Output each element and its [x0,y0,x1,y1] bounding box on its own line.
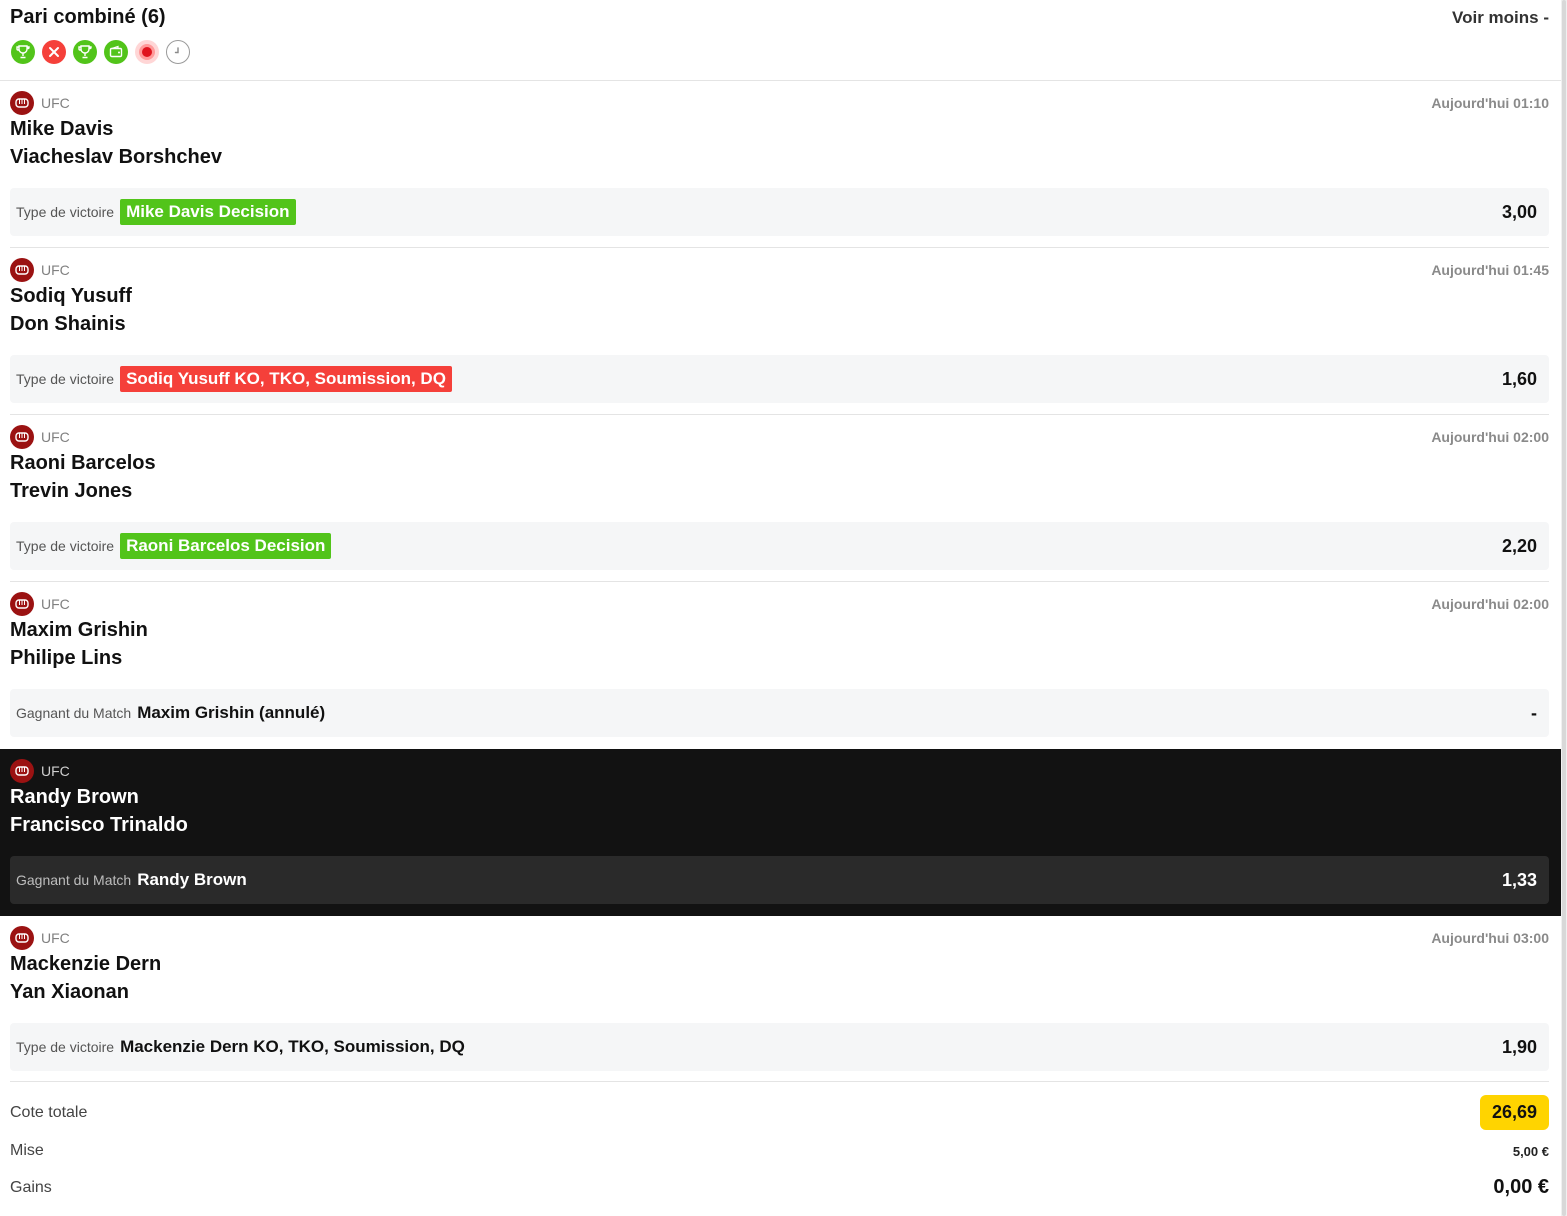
event-teams[interactable]: Randy Brown Francisco Trinaldo [10,783,188,839]
ufc-glove-icon [10,425,34,449]
odds-value: 3,00 [1501,201,1537,222]
pick-label: Mackenzie Dern KO, TKO, Soumission, DQ [120,1037,465,1056]
stake-label: Mise [10,1142,44,1159]
team-home: Mackenzie Dern [10,953,162,975]
event-teams[interactable]: Maxim Grishin Philipe Lins [10,616,148,672]
bet-selection: UFC Aujourd'hui 01:45 Sodiq Yusuff Don S… [0,248,1561,415]
league-name: UFC [41,429,70,445]
ufc-glove-icon [10,759,34,783]
team-home: Raoni Barcelos [10,452,156,474]
ufc-glove-icon [10,592,34,616]
league-label: UFC [10,91,70,115]
total-odds-badge: 26,69 [1479,1095,1549,1130]
team-away: Francisco Trinaldo [10,814,188,836]
scrollbar-thumb[interactable] [1562,0,1566,1216]
scrollbar-track[interactable] [1561,0,1567,1216]
pick-label: Sodiq Yusuff KO, TKO, Soumission, DQ [120,366,452,392]
league-name: UFC [41,763,70,779]
refunded-wallet-icon [104,40,128,64]
market-name: Gagnant du Match [16,872,132,888]
odds-value: 1,90 [1501,1036,1537,1057]
odds-value: - [1531,702,1537,723]
bet-selection: UFC Aujourd'hui 02:00 Raoni Barcelos Tre… [0,415,1561,582]
market-name: Gagnant du Match [16,705,132,721]
gains-row: Gains 0,00 € [10,1176,1549,1199]
league-name: UFC [41,262,70,278]
gains-value: 0,00 € [1493,1176,1549,1198]
lost-cross-icon [42,40,66,64]
odds-value: 2,20 [1501,535,1537,556]
ufc-glove-icon [10,91,34,115]
selection-row: Type de victoire Mike Davis Decision 3,0… [10,188,1549,236]
live-dot-icon [135,40,159,64]
selection-status-icons [11,40,190,64]
selection-row: Gagnant du Match Randy Brown 1,33 [10,856,1549,904]
league-label: UFC [10,926,70,950]
event-teams[interactable]: Mike Davis Viacheslav Borshchev [10,115,222,171]
event-teams[interactable]: Raoni Barcelos Trevin Jones [10,449,156,505]
team-away: Trevin Jones [10,480,133,502]
league-label: UFC [10,592,70,616]
team-away: Don Shainis [10,313,126,335]
team-away: Viacheslav Borshchev [10,146,222,168]
ufc-glove-icon [10,926,34,950]
team-home: Maxim Grishin [10,619,148,641]
league-name: UFC [41,596,70,612]
league-label: UFC [10,425,70,449]
event-teams[interactable]: Mackenzie Dern Yan Xiaonan [10,950,161,1006]
pick-label: Raoni Barcelos Decision [120,533,332,559]
event-time: Aujourd'hui 02:00 [1431,596,1549,612]
ufc-glove-icon [10,258,34,282]
total-odds-label: Cote totale [10,1103,88,1121]
bet-title: Pari combiné (6) [10,6,166,28]
event-time: Aujourd'hui 02:00 [1431,429,1549,445]
team-home: Randy Brown [10,786,139,808]
team-home: Sodiq Yusuff [10,285,132,307]
event-time: Aujourd'hui 03:00 [1431,930,1549,946]
event-time: Aujourd'hui 01:10 [1431,95,1549,111]
bet-selection-live: UFC Randy Brown Francisco Trinaldo Gagna… [0,749,1561,916]
market-name: Type de victoire [16,1039,115,1055]
event-time: Aujourd'hui 01:45 [1431,262,1549,278]
selection-row: Gagnant du Match Maxim Grishin (annulé) … [10,689,1549,737]
won-trophy-icon [73,40,97,64]
market-name: Type de victoire [16,371,115,387]
selection-row: Type de victoire Raoni Barcelos Decision… [10,522,1549,570]
gains-label: Gains [10,1178,52,1196]
pick-label: Maxim Grishin (annulé) [137,703,326,722]
pending-clock-icon [166,40,190,64]
won-trophy-icon [11,40,35,64]
event-teams[interactable]: Sodiq Yusuff Don Shainis [10,282,132,338]
total-odds-row: Cote totale 26,69 [10,1095,1549,1130]
league-label: UFC [10,258,70,282]
pick-label: Randy Brown [137,870,247,889]
league-name: UFC [41,930,70,946]
league-name: UFC [41,95,70,111]
selection-row: Type de victoire Sodiq Yusuff KO, TKO, S… [10,355,1549,403]
stake-row: Mise 5,00 € [10,1142,1549,1160]
selection-row: Type de victoire Mackenzie Dern KO, TKO,… [10,1023,1549,1071]
bet-selection: UFC Aujourd'hui 01:10 Mike Davis Viaches… [0,81,1561,248]
see-less-button[interactable]: Voir moins - [1452,8,1549,28]
market-name: Type de victoire [16,204,115,220]
bet-header: Pari combiné (6) Voir moins - [0,0,1561,81]
stake-value: 5,00 € [1512,1143,1549,1159]
team-away: Yan Xiaonan [10,981,129,1003]
league-label: UFC [10,759,70,783]
team-away: Philipe Lins [10,647,123,669]
bet-selection: UFC Aujourd'hui 02:00 Maxim Grishin Phil… [0,582,1561,749]
team-home: Mike Davis [10,118,114,140]
pick-label: Mike Davis Decision [120,199,296,225]
market-name: Type de victoire [16,538,115,554]
bet-slip: Pari combiné (6) Voir moins - UFC Aujour… [0,0,1561,1083]
odds-value: 1,33 [1501,869,1537,890]
bet-selection: UFC Aujourd'hui 03:00 Mackenzie Dern Yan… [0,916,1561,1083]
odds-value: 1,60 [1501,368,1537,389]
